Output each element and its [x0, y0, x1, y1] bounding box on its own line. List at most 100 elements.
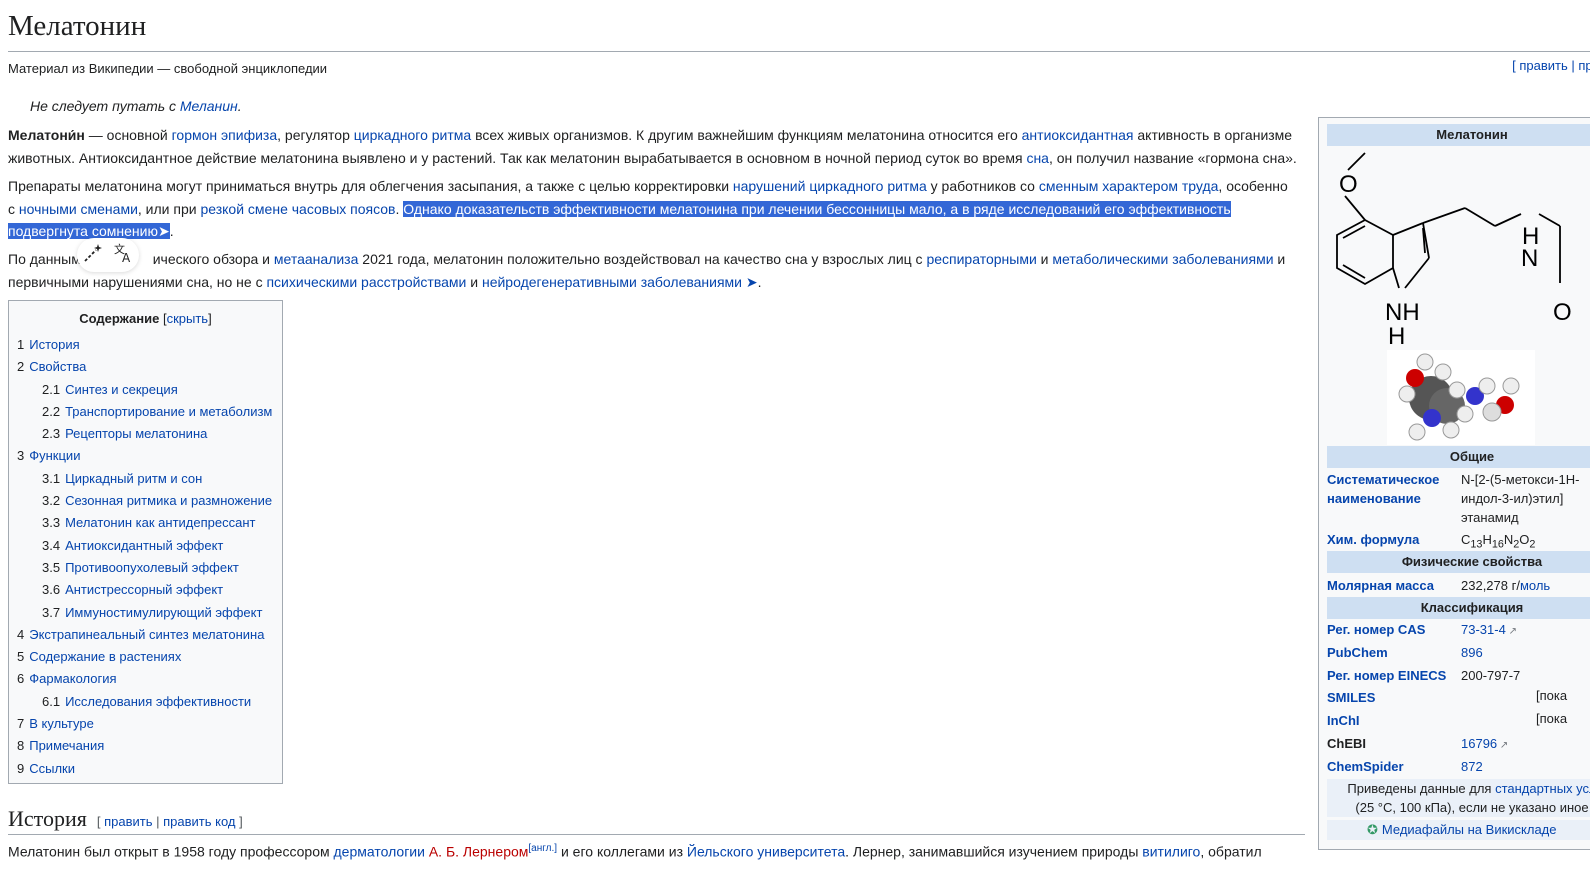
toc-item-link[interactable]: Ссылки — [29, 761, 75, 776]
toc-item-number: 5 — [17, 649, 25, 665]
link-metaanalysis[interactable]: метаанализа — [274, 251, 359, 267]
toc-item[interactable]: 9 Ссылки — [9, 758, 282, 780]
inchi-label[interactable]: InChI — [1327, 711, 1360, 730]
toc-item-link[interactable]: Функции — [29, 448, 80, 463]
toc-item[interactable]: 6.1 Исследования эффективности — [9, 691, 282, 713]
link-circadian-disorders[interactable]: нарушений циркадного ритма — [733, 178, 927, 194]
link-sleep[interactable]: сна — [1026, 150, 1049, 166]
toc-item-link[interactable]: Антистрессорный эффект — [65, 582, 223, 597]
ball-model-image[interactable] — [1387, 350, 1535, 445]
toc-item-link[interactable]: Транспортирование и метаболизм — [65, 404, 272, 419]
toc-item-link[interactable]: Исследования эффективности — [65, 694, 251, 709]
toc-item-link[interactable]: Мелатонин как антидепрессант — [65, 515, 255, 530]
toc-item[interactable]: 2.3 Рецепторы мелатонина — [9, 423, 282, 445]
toc-item-link[interactable]: Содержание в растениях — [29, 649, 181, 664]
magic-wand-icon[interactable] — [82, 242, 104, 269]
link-hormone[interactable]: гормон эпифиза — [172, 127, 278, 143]
toc-item[interactable]: 2.2 Транспортирование и метаболизм — [9, 401, 282, 423]
link-antioxidant[interactable]: антиоксидантная — [1022, 127, 1134, 143]
text: , регулятор — [277, 127, 354, 143]
link-dermatology[interactable]: дерматологии — [334, 844, 425, 860]
link-yale[interactable]: Йельского университета — [687, 844, 845, 860]
toc-item-number: 2.3 — [42, 426, 61, 442]
toc-item-link[interactable]: Сезонная ритмика и размножение — [65, 493, 272, 508]
toc-item-link[interactable]: Антиоксидантный эффект — [65, 538, 223, 553]
chemspider-label[interactable]: ChemSpider — [1327, 757, 1404, 776]
mol-link[interactable]: моль — [1520, 578, 1550, 593]
sys-name-label[interactable]: Систематическое наименование — [1327, 470, 1452, 508]
link-circadian[interactable]: циркадного ритма — [354, 127, 471, 143]
toc-item-number: 3.1 — [42, 470, 61, 486]
toc-item[interactable]: 7 В культуре — [9, 713, 282, 735]
toc-item[interactable]: 6 Фармакология — [9, 668, 282, 690]
link-mental[interactable]: психическими расстройствами — [266, 274, 466, 290]
link-shift-work[interactable]: сменным характером труда — [1039, 178, 1219, 194]
pubchem-link[interactable]: 896 — [1461, 645, 1483, 660]
toc-item[interactable]: 3.4 Антиоксидантный эффект — [9, 535, 282, 557]
edit-links-top[interactable]: [ править | правит — [1512, 58, 1590, 73]
toc-item-link[interactable]: Синтез и секреция — [65, 382, 178, 397]
link-respiratory[interactable]: респираторными — [926, 251, 1036, 267]
toc-hide-link[interactable]: скрыть — [167, 311, 209, 326]
link-vitiligo[interactable]: витилиго — [1142, 844, 1200, 860]
hatnote-link[interactable]: Меланин — [180, 98, 238, 114]
toc-item-number: 9 — [17, 760, 25, 776]
external-link-icon: ↗ — [1497, 740, 1509, 751]
standard-conditions-link[interactable]: стандартных усл — [1495, 781, 1590, 796]
chebi-link[interactable]: 16796 — [1461, 736, 1497, 751]
toc-item[interactable]: 8 Примечания — [9, 735, 282, 757]
translate-icon[interactable]: 文A — [113, 242, 135, 269]
formula-label[interactable]: Хим. формула — [1327, 530, 1419, 549]
link-eng[interactable]: [англ.] — [528, 843, 557, 854]
cas-label[interactable]: Рег. номер CAS — [1327, 620, 1425, 639]
link-lerner[interactable]: А. Б. Лернером — [429, 844, 529, 860]
toc-item[interactable]: 3.3 Мелатонин как антидепрессант — [9, 512, 282, 534]
toc-item-link[interactable]: Противоопухолевый эффект — [65, 560, 239, 575]
toc-item-number: 2.1 — [42, 381, 61, 397]
note-text: (25 °C, 100 кПа), если не указано иное — [1355, 800, 1589, 815]
toc-item-link[interactable]: Рецепторы мелатонина — [65, 426, 207, 441]
toc-item-link[interactable]: История — [29, 337, 79, 352]
toc-item-link[interactable]: Фармакология — [29, 671, 116, 686]
molar-mass-label[interactable]: Молярная масса — [1327, 576, 1434, 595]
toc-item-link[interactable]: Иммуностимулирующий эффект — [65, 605, 262, 620]
edit-code-link[interactable]: править код — [163, 814, 235, 829]
toc-item[interactable]: 3.6 Антистрессорный эффект — [9, 579, 282, 601]
toc-item[interactable]: 5 Содержание в растениях — [9, 646, 282, 668]
infobox-section-general: Общие — [1327, 446, 1590, 468]
chemspider-link[interactable]: 872 — [1461, 759, 1483, 774]
toc-item[interactable]: 1 История — [9, 334, 282, 356]
toc-item[interactable]: 3.1 Циркадный ритм и сон — [9, 468, 282, 490]
pubchem-label[interactable]: PubChem — [1327, 643, 1388, 662]
citation-arrow[interactable]: ➤ — [742, 274, 758, 290]
toc-item[interactable]: 3 Функции — [9, 445, 282, 467]
section-title: История — [8, 806, 87, 831]
toc-item-link[interactable]: Свойства — [29, 359, 86, 374]
link-neurodegenerative[interactable]: нейродегенеративными заболеваниями — [482, 274, 742, 290]
toc-item[interactable]: 4 Экстрапинеальный синтез мелатонина — [9, 624, 282, 646]
commons-link[interactable]: Медиафайлы на Викискладе — [1382, 822, 1557, 837]
toc-item[interactable]: 3.2 Сезонная ритмика и размножение — [9, 490, 282, 512]
einecs-label[interactable]: Рег. номер EINECS — [1327, 666, 1446, 685]
toc-item[interactable]: 3.5 Противоопухолевый эффект — [9, 557, 282, 579]
edit-top-text[interactable]: [ править | правит — [1512, 58, 1590, 73]
toc-item[interactable]: 3.7 Иммуностимулирующий эффект — [9, 602, 282, 624]
smiles-show-link[interactable]: [пока — [1536, 688, 1567, 703]
toc-item-link[interactable]: Циркадный ритм и сон — [65, 471, 202, 486]
inchi-show-link[interactable]: [пока — [1536, 711, 1567, 726]
smiles-label[interactable]: SMILES — [1327, 688, 1375, 707]
cas-link[interactable]: 73-31-4 — [1461, 622, 1506, 637]
toc-item[interactable]: 2 Свойства — [9, 356, 282, 378]
link-metabolic[interactable]: метаболическими заболеваниями — [1052, 251, 1273, 267]
toc-item-link[interactable]: В культуре — [29, 716, 94, 731]
toc-item-link[interactable]: Примечания — [29, 738, 104, 753]
link-night-shifts[interactable]: ночными сменами — [19, 201, 138, 217]
commons-link-row[interactable]: ✪ Медиафайлы на Викискладе — [1327, 820, 1590, 840]
link-jet-lag[interactable]: резкой смене часовых поясов — [200, 201, 395, 217]
structure-formula-image[interactable]: O H N NH H O — [1325, 148, 1590, 348]
commons-icon: ✪ — [1367, 822, 1378, 837]
toc-item[interactable]: 2.1 Синтез и секреция — [9, 379, 282, 401]
toc-item-link[interactable]: Экстрапинеальный синтез мелатонина — [29, 627, 264, 642]
citation-arrow[interactable]: ➤ — [158, 223, 170, 239]
edit-section-link[interactable]: править — [104, 814, 152, 829]
